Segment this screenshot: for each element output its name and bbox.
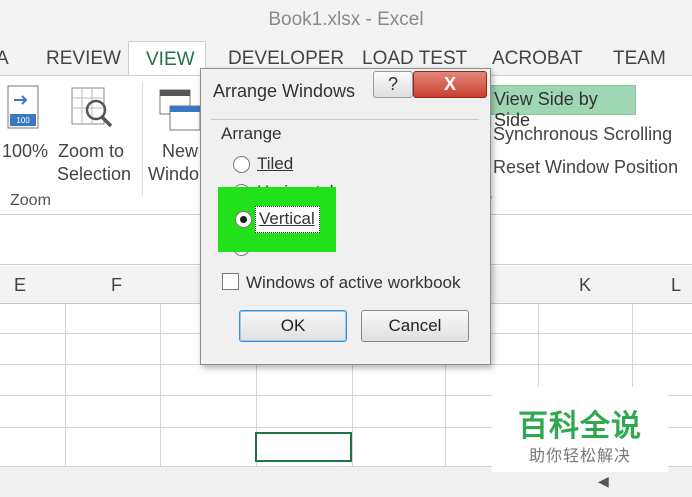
windows-of-active-workbook-checkbox[interactable] — [222, 273, 239, 290]
tab-partial[interactable]: A — [0, 48, 9, 70]
tab-review[interactable]: REVIEW — [46, 48, 121, 70]
column-header-k[interactable]: K — [579, 275, 591, 296]
arrange-group-label: Arrange — [221, 124, 288, 144]
svg-text:100: 100 — [16, 116, 30, 125]
zoom-to-selection-label-1[interactable]: Zoom to — [58, 140, 124, 162]
tab-load-test[interactable]: LOAD TEST — [362, 48, 467, 70]
synchronous-scrolling-button[interactable]: Synchronous Scrolling — [493, 123, 672, 145]
group-divider — [142, 81, 143, 196]
column-header-f[interactable]: F — [111, 275, 122, 296]
arrange-windows-dialog: Arrange Windows ? X Arrange Tiled Horizo… — [200, 68, 491, 365]
ok-button[interactable]: OK — [239, 310, 347, 342]
column-header-l[interactable]: L — [671, 275, 681, 296]
close-button[interactable]: X — [413, 71, 487, 98]
tab-view-label: VIEW — [146, 49, 195, 70]
watermark-subtitle: 助你轻松解决 — [528, 448, 631, 465]
zoom-to-selection-label-2[interactable]: Selection — [57, 163, 131, 185]
title-bar: Book1.xlsx - Excel — [0, 0, 692, 40]
new-window-label-1[interactable]: New — [162, 140, 198, 162]
watermark-title: 百科全说 — [518, 410, 642, 443]
tab-view[interactable]: VIEW — [128, 41, 206, 77]
zoom-100-label[interactable]: 100% — [2, 140, 48, 162]
new-window-icon[interactable] — [158, 88, 202, 134]
radio-vertical-label[interactable]: Vertical — [259, 209, 315, 229]
selected-cell[interactable] — [255, 432, 352, 462]
view-side-by-side-button[interactable]: View Side by Side — [488, 85, 636, 130]
windows-of-active-workbook-label[interactable]: Windows of active workbook — [246, 273, 460, 293]
radio-tiled-label[interactable]: Tiled — [257, 154, 293, 174]
zoom-group-label: Zoom — [10, 192, 51, 209]
radio-tiled[interactable] — [233, 156, 250, 173]
tab-acrobat[interactable]: ACROBAT — [492, 48, 582, 70]
tab-developer[interactable]: DEVELOPER — [228, 48, 344, 70]
tab-team[interactable]: TEAM — [613, 48, 666, 70]
radio-vertical[interactable] — [235, 211, 252, 228]
zoom-100-icon[interactable]: 100 — [6, 84, 42, 132]
scroll-left-icon[interactable]: ◀ — [598, 473, 609, 490]
dialog-title: Arrange Windows — [213, 81, 356, 101]
watermark: 百科全说 助你轻松解决 — [492, 387, 668, 472]
reset-window-position-button[interactable]: Reset Window Position — [493, 156, 678, 178]
zoom-to-selection-icon[interactable] — [68, 84, 116, 132]
new-window-label-2[interactable]: Windo — [148, 163, 199, 185]
cancel-button[interactable]: Cancel — [361, 310, 469, 342]
help-button[interactable]: ? — [373, 71, 413, 98]
window-title: Book1.xlsx - Excel — [268, 9, 424, 30]
column-header-e[interactable]: E — [14, 275, 26, 296]
